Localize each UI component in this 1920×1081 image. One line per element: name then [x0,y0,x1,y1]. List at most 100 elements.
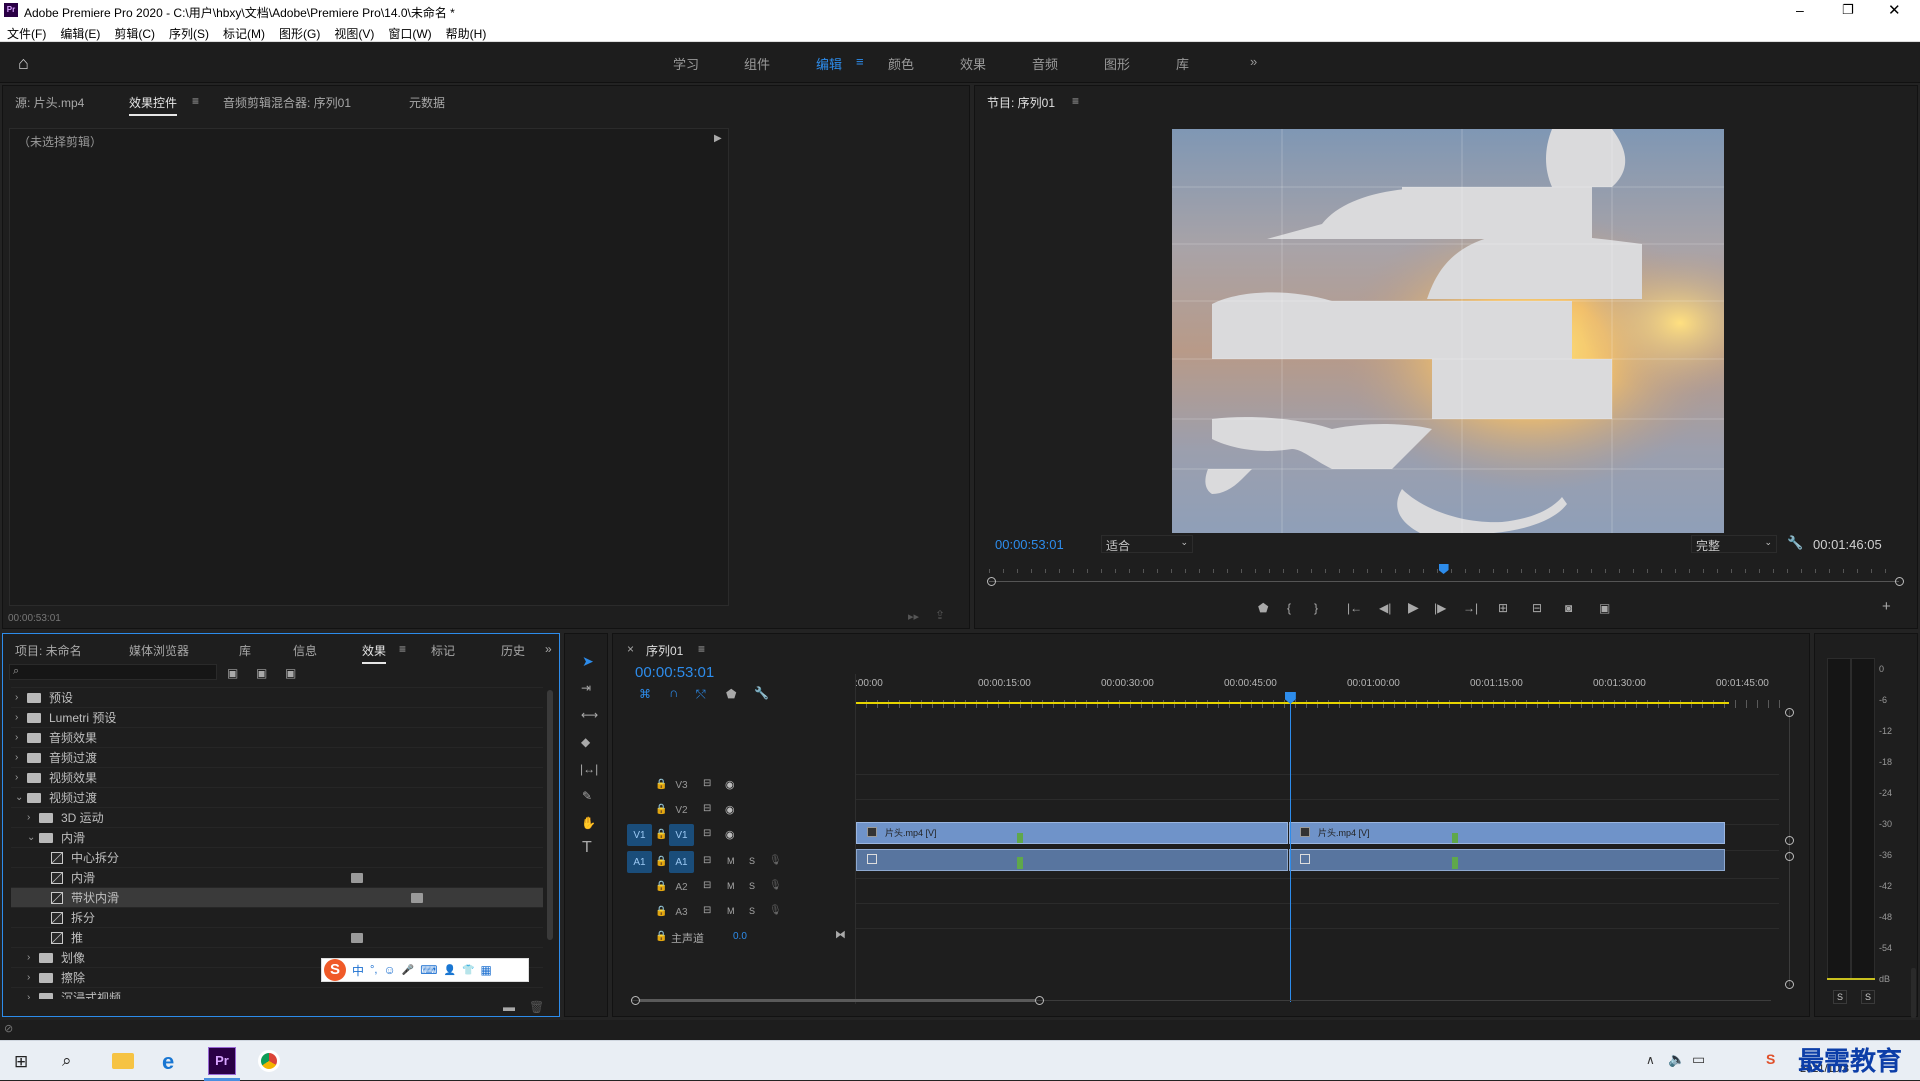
effects-folder[interactable]: › Lumetri 预设 [11,707,543,727]
add-button-icon[interactable]: + [1882,599,1891,614]
chevron-right-icon[interactable]: › [27,812,39,823]
sync-lock-icon[interactable]: ⊟ [703,778,711,789]
program-time-ruler[interactable] [987,564,1907,588]
solo-button[interactable]: S [749,856,755,866]
sync-lock-icon[interactable]: ⊟ [703,880,711,891]
vertical-zoom-handle[interactable] [1785,980,1794,989]
ime-user-icon[interactable]: 👤 [444,965,456,976]
vertical-zoom-handle[interactable] [1785,852,1794,861]
play-icon[interactable]: ▶ [1408,600,1419,614]
ime-keyboard-icon[interactable]: ⌨ [420,963,437,977]
effects-menu-icon[interactable]: ≡ [399,642,406,656]
chevron-right-icon[interactable]: › [15,772,27,783]
effects-folder[interactable]: › 预设 [11,687,543,707]
microphone-icon[interactable]: 🎙 [769,855,782,866]
workspace-audio[interactable]: 音频 [1032,54,1058,73]
export-frame-icon[interactable]: ⇪ [935,608,945,622]
chevron-right-icon[interactable]: › [27,952,39,963]
new-folder-icon[interactable]: ▬ [503,1001,515,1013]
workspace-color[interactable]: 颜色 [888,54,914,73]
master-lock-icon[interactable]: 🔒 [655,931,667,942]
more-tabs-icon[interactable]: » [545,642,552,656]
effects-folder[interactable]: › 音频效果 [11,727,543,747]
chevron-right-icon[interactable]: › [15,712,27,723]
ime-voice-icon[interactable]: 🎤 [402,965,414,976]
track-target-a3[interactable]: A3 [669,901,694,923]
vertical-zoom-handle[interactable] [1785,708,1794,717]
menu-file[interactable]: 文件(F) [0,22,53,45]
horizontal-zoom-handle[interactable] [631,996,640,1005]
volume-icon[interactable]: 🔈 [1668,1051,1685,1068]
linked-selection-icon[interactable]: ⤲ [696,688,706,700]
track-target-v2[interactable]: V2 [669,799,694,821]
ime-emoji-icon[interactable]: ☺ [383,963,395,977]
tab-effects[interactable]: 效果 [362,642,387,664]
camera-icon[interactable]: ◙ [1565,602,1572,614]
minimize-icon[interactable]: – [1796,2,1804,18]
mark-out-icon[interactable]: } [1314,602,1318,614]
effect-item[interactable]: 推 [11,927,543,947]
eye-icon[interactable]: ◉ [725,828,735,841]
mute-button[interactable]: M [727,856,735,866]
workspace-effects[interactable]: 效果 [960,54,986,73]
program-timecode[interactable]: 00:00:53:01 [995,537,1064,552]
tab-source[interactable]: 源: 片头.mp4 [15,94,84,111]
sync-lock-icon[interactable]: ⊟ [703,803,711,814]
effect-item[interactable]: 带状内滑 [11,887,543,907]
windows-start-icon[interactable]: ⊞ [14,1052,28,1072]
mute-button[interactable]: M [727,906,735,916]
hand-tool-icon[interactable]: ✋ [581,817,596,829]
close-sequence-icon[interactable]: × [627,642,634,656]
track-lock-icon[interactable]: 🔒 [655,906,667,917]
tab-history[interactable]: 历史 [501,642,529,659]
workspace-editing[interactable]: 编辑 [816,54,842,73]
menu-clip[interactable]: 剪辑(C) [107,22,162,45]
tab-info[interactable]: 信息 [293,642,317,659]
audio-clip[interactable] [1289,849,1725,871]
quality-dropdown[interactable]: 完整 ⌄ [1691,535,1777,553]
fit-dropdown[interactable]: 适合 ⌄ [1101,535,1193,553]
track-select-tool-icon[interactable]: ⇥ [581,682,591,694]
file-explorer-icon[interactable] [112,1053,134,1069]
sync-lock-icon[interactable]: ⊟ [703,855,711,866]
selection-tool-icon[interactable]: ➤ [582,654,594,668]
ime-skin-icon[interactable]: 👕 [462,965,474,976]
effect-item[interactable]: 内滑 [11,867,543,887]
tab-project[interactable]: 项目: 未命名 [15,642,82,659]
mute-button[interactable]: M [727,881,735,891]
slip-tool-icon[interactable]: |↔| [580,763,598,775]
razor-tool-icon[interactable]: ◆ [581,736,590,748]
track-target-a2[interactable]: A2 [669,876,694,898]
search-icon[interactable]: ⌕ [62,1051,72,1071]
menu-edit[interactable]: 编辑(E) [53,22,107,45]
track-lock-icon[interactable]: 🔒 [655,779,667,790]
ime-mode-icon[interactable]: 中 [352,962,364,979]
panel-menu-icon[interactable]: ≡ [192,94,199,108]
comparison-view-icon[interactable]: ▣ [1599,602,1610,614]
chevron-right-icon[interactable]: › [15,692,27,703]
add-marker-icon[interactable]: ⬟ [1258,602,1268,614]
sync-lock-icon[interactable]: ⊟ [703,828,711,839]
ime-tools-icon[interactable]: ▦ [480,963,491,977]
filter-icon[interactable]: ▸▸ [908,610,919,623]
lift-icon[interactable]: ⊞ [1498,602,1508,614]
workspace-menu-icon[interactable]: ≡ [856,54,864,69]
horizontal-zoom-handle[interactable] [1035,996,1044,1005]
mark-in-icon[interactable]: { [1287,602,1291,614]
menu-graphics[interactable]: 图形(G) [272,22,327,45]
workspace-assembly[interactable]: 组件 [744,54,770,73]
solo-button[interactable]: S [749,881,755,891]
effect-item[interactable]: 拆分 [11,907,543,927]
effects-folder[interactable]: › 3D 运动 [11,807,543,827]
track-lock-icon[interactable]: 🔒 [655,856,667,867]
tab-metadata[interactable]: 元数据 [409,94,445,111]
network-icon[interactable]: ▭ [1692,1051,1705,1068]
sogou-tray-icon[interactable]: S [1766,1051,1775,1067]
step-back-icon[interactable]: ◀| [1379,602,1391,614]
audio-clip[interactable] [856,849,1288,871]
effects-folder[interactable]: › 沉浸式视频 [11,987,543,999]
yuv-effects-icon[interactable]: ▣ [285,667,296,679]
sync-lock-icon[interactable]: ⊟ [703,905,711,916]
chevron-right-icon[interactable]: › [15,732,27,743]
edge-browser-icon[interactable]: e [162,1049,174,1075]
